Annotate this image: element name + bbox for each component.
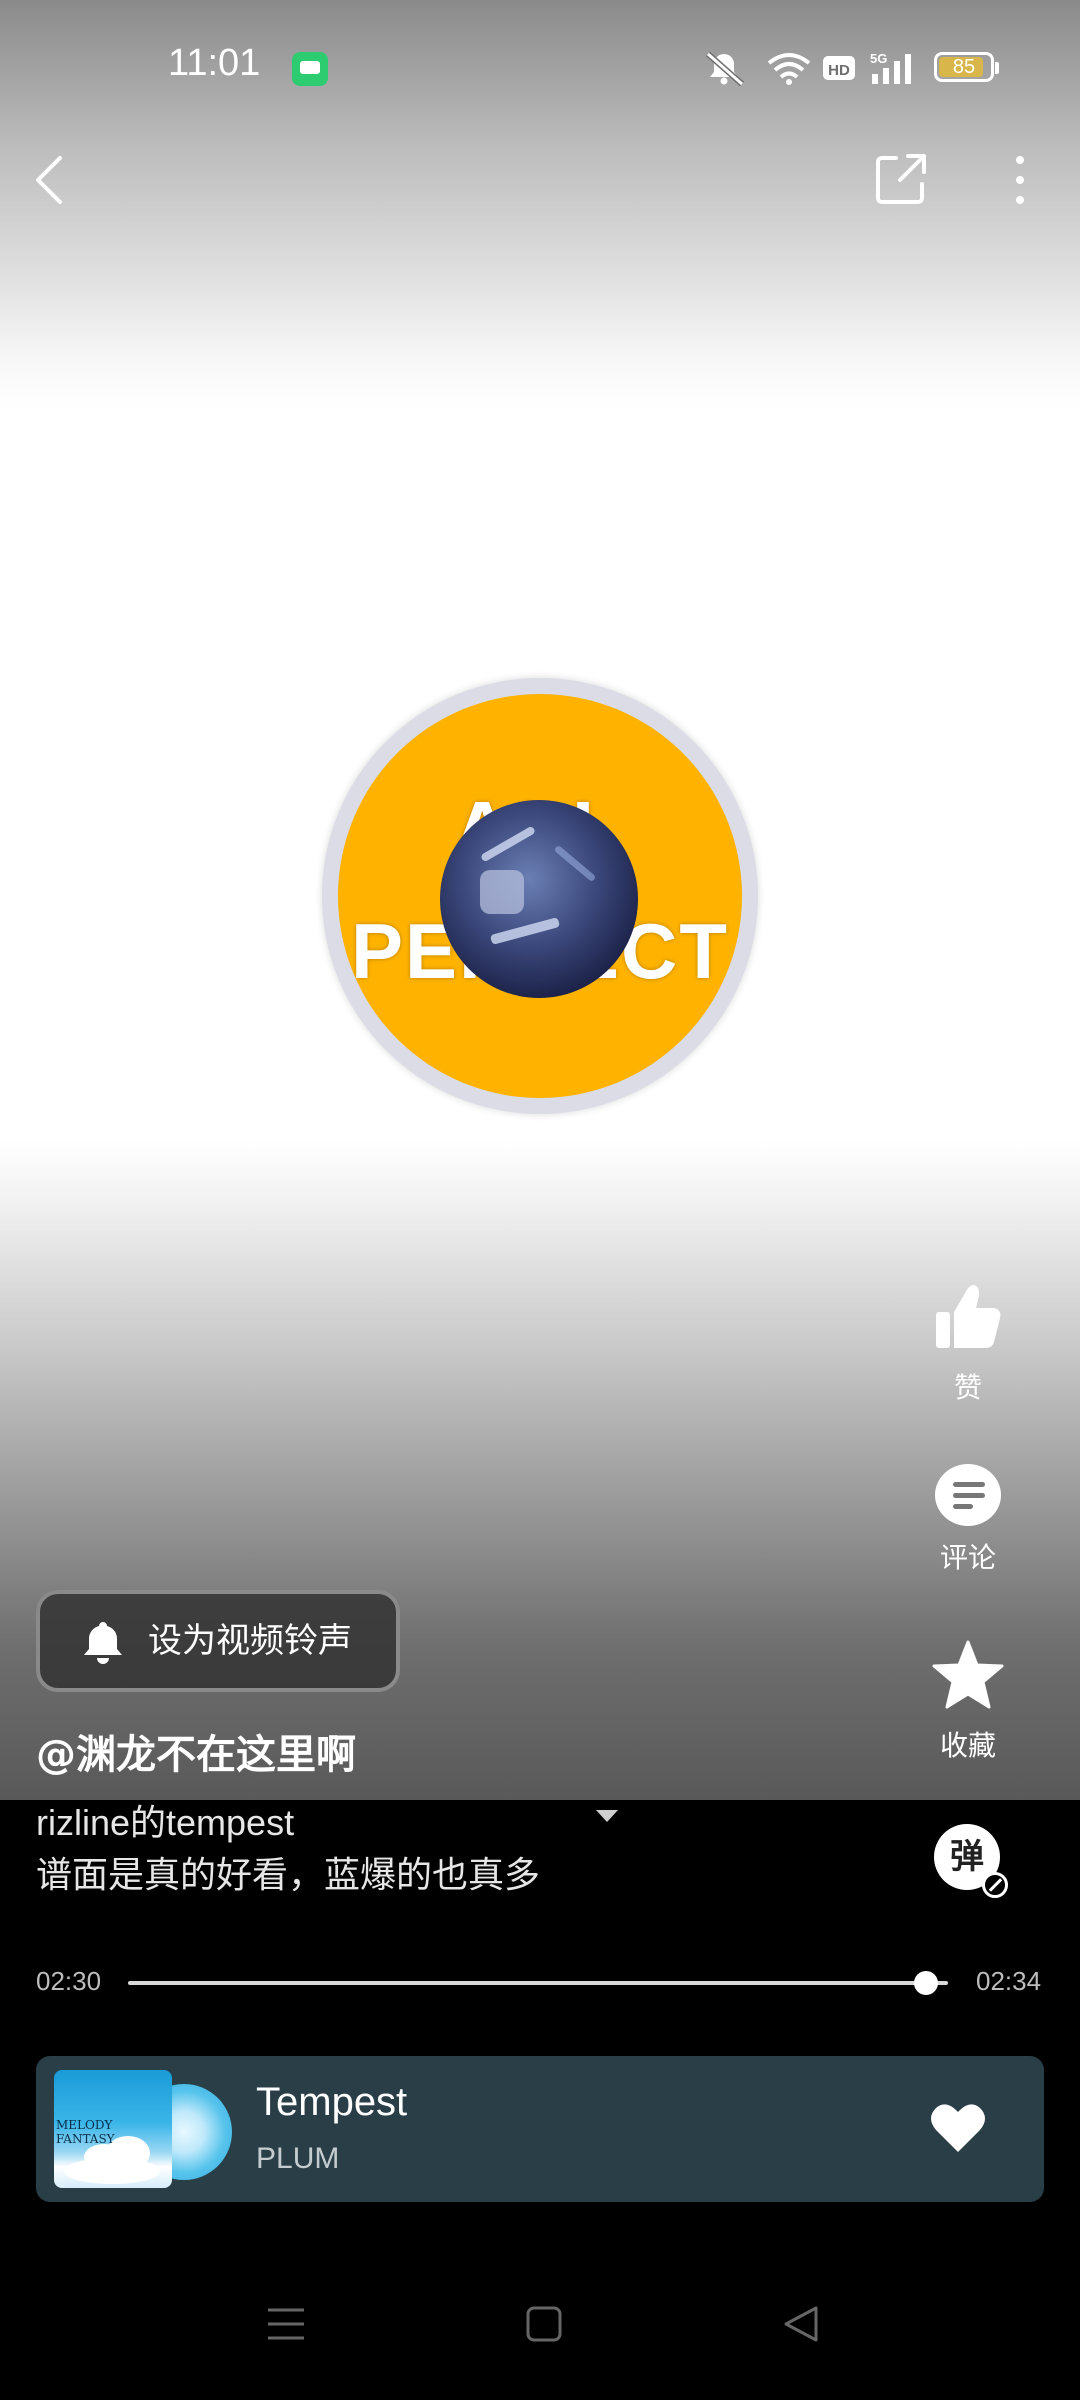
thumbs-up-icon xyxy=(936,1285,1001,1348)
progress-thumb[interactable] xyxy=(913,1971,938,1995)
wifi-icon xyxy=(767,53,811,85)
song-artist: PLUM xyxy=(256,2142,340,2175)
mute-icon xyxy=(706,51,744,86)
danmu-off-icon xyxy=(982,1872,1008,1898)
comment-icon xyxy=(935,1464,1001,1526)
message-app-icon xyxy=(292,52,328,86)
danmu-label: 弹 xyxy=(950,1837,984,1877)
battery-icon: 85 xyxy=(934,52,999,82)
like-label: 赞 xyxy=(953,1371,982,1404)
total-time: 02:34 xyxy=(976,1966,1042,1996)
more-icon[interactable] xyxy=(980,140,1060,220)
album-art: MELODY FANTASY xyxy=(54,2070,172,2188)
post-description: 谱面是真的好看，蓝爆的也真多 xyxy=(36,1855,541,1896)
author-name[interactable]: @渊龙不在这里啊 xyxy=(36,1722,356,1780)
set-ringtone-button[interactable]: 设为视频铃声 xyxy=(36,1590,400,1692)
back-nav-icon[interactable] xyxy=(778,2300,826,2348)
post-title: rizline的tempest xyxy=(36,1802,295,1843)
share-icon[interactable] xyxy=(860,140,940,220)
home-icon[interactable] xyxy=(520,2300,568,2348)
battery-level: 85 xyxy=(952,56,976,78)
status-time: 11:01 xyxy=(168,42,261,84)
like-button[interactable]: 赞 xyxy=(915,1282,1021,1406)
music-card[interactable]: MELODY FANTASY Tempest PLUM xyxy=(36,2056,1044,2202)
current-time: 02:30 xyxy=(36,1966,102,1996)
favorite-label: 收藏 xyxy=(939,1729,996,1762)
status-bar: 11:01 HD 5G 85 xyxy=(0,0,1080,140)
favorite-button[interactable]: 收藏 xyxy=(915,1640,1021,1764)
heart-icon[interactable] xyxy=(928,2100,988,2156)
comment-label: 评论 xyxy=(939,1541,996,1574)
expand-arrow-icon[interactable] xyxy=(596,1810,618,1822)
menu-icon[interactable] xyxy=(262,2300,310,2348)
star-icon xyxy=(932,1640,1004,1709)
back-icon[interactable] xyxy=(10,140,90,220)
5g-signal-icon: 5G xyxy=(870,51,911,84)
svg-text:HD: HD xyxy=(828,62,850,79)
bell-icon xyxy=(84,1622,122,1664)
comment-button[interactable]: 评论 xyxy=(915,1464,1021,1576)
cover-center-image xyxy=(440,800,638,998)
song-title: Tempest xyxy=(256,2080,408,2124)
set-ringtone-label: 设为视频铃声 xyxy=(148,1621,352,1661)
danmu-toggle-button[interactable]: 弹 xyxy=(934,1824,1008,1898)
progress-bar[interactable] xyxy=(128,1981,948,1985)
hd-icon: HD xyxy=(823,56,855,80)
album-art-text: MELODY FANTASY xyxy=(56,2118,115,2146)
svg-text:5G: 5G xyxy=(870,51,887,66)
